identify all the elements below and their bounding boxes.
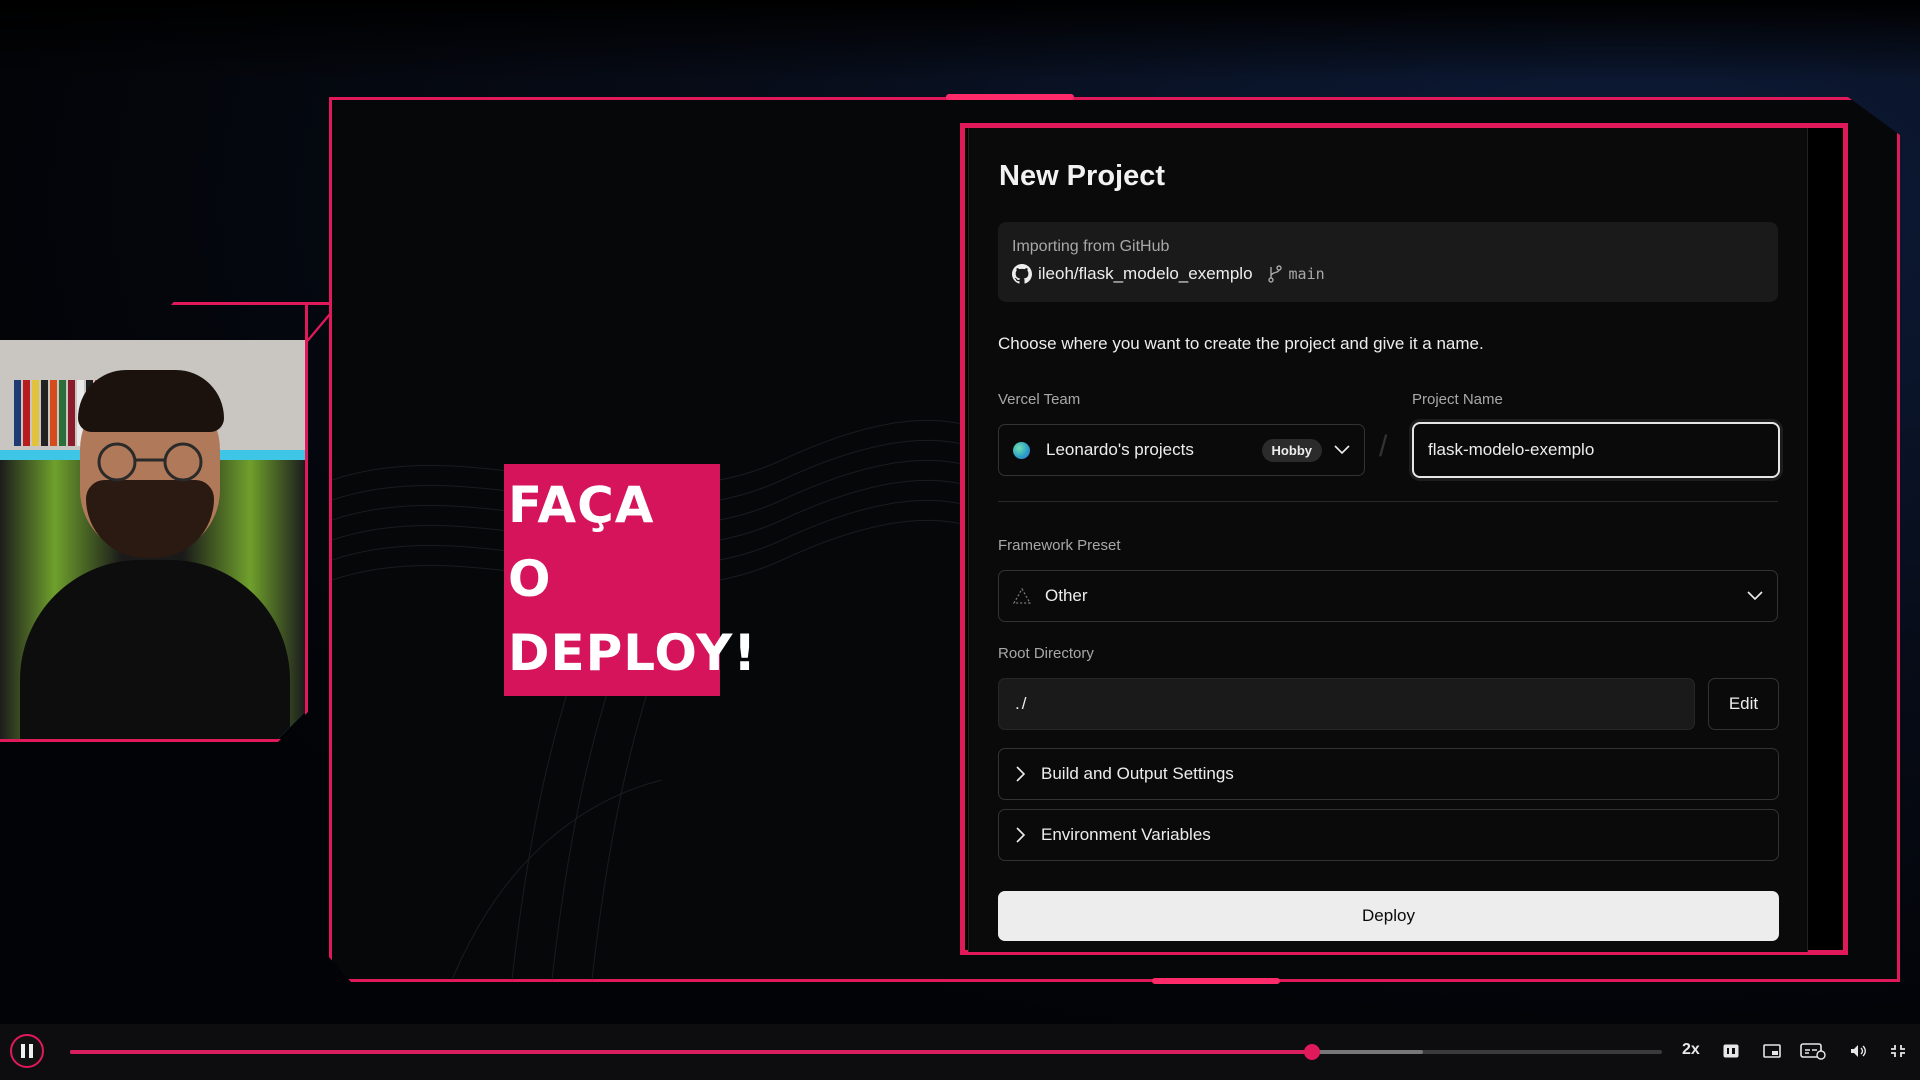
chevron-down-icon (1334, 445, 1350, 455)
chevron-right-icon (1016, 827, 1025, 843)
repo-row: ileoh/flask_modelo_exemplo main (1012, 264, 1325, 284)
build-settings-label: Build and Output Settings (1041, 764, 1234, 783)
section-divider (998, 501, 1778, 502)
root-directory-input[interactable]: ./ (998, 678, 1695, 730)
subtitles-icon[interactable] (1800, 1042, 1826, 1060)
github-icon (1012, 264, 1032, 284)
frame-accent-bottom (1152, 978, 1280, 984)
project-name-label: Project Name (1412, 391, 1503, 408)
played-bar (70, 1050, 1312, 1054)
framework-other-icon (1013, 588, 1031, 604)
git-branch-icon (1267, 265, 1282, 283)
env-vars-label: Environment Variables (1041, 825, 1211, 844)
frame-accent-top (946, 94, 1074, 100)
fullscreen-exit-icon[interactable] (1890, 1044, 1906, 1058)
deploy-button[interactable]: Deploy (998, 891, 1779, 941)
volume-icon[interactable] (1850, 1044, 1868, 1058)
project-name-input[interactable] (1412, 422, 1780, 478)
video-caption: FAÇA O DEPLOY! (504, 464, 758, 696)
chevron-down-icon (1747, 591, 1763, 601)
glasses-shape (97, 442, 203, 482)
video-stage: FAÇA O DEPLOY! New Project Importing fro… (0, 0, 1920, 1024)
import-info-box: Importing from GitHub ileoh/flask_modelo… (998, 222, 1778, 302)
description-text: Choose where you want to create the proj… (998, 334, 1484, 353)
framework-select[interactable]: Other (998, 570, 1778, 622)
root-directory-label: Root Directory (998, 645, 1094, 662)
edit-root-button[interactable]: Edit (1708, 678, 1779, 730)
team-avatar (1013, 441, 1030, 459)
separator-slash: / (1379, 430, 1388, 463)
build-settings-accordion[interactable]: Build and Output Settings (998, 748, 1779, 800)
miniplayer-icon[interactable] (1763, 1044, 1781, 1058)
speed-button[interactable]: 2x (1682, 1041, 1700, 1059)
import-label: Importing from GitHub (1012, 238, 1170, 255)
repo-name[interactable]: ileoh/flask_modelo_exemplo (1038, 264, 1253, 284)
pause-icon (21, 1044, 25, 1058)
framework-value: Other (1045, 586, 1088, 605)
team-select[interactable]: Leonardo's projects Hobby (998, 424, 1365, 476)
branch-name: main (1288, 265, 1325, 283)
env-vars-accordion[interactable]: Environment Variables (998, 809, 1779, 861)
caption-line-1: FAÇA O (508, 476, 655, 608)
hd-icon[interactable] (1723, 1044, 1739, 1058)
new-project-panel: New Project Importing from GitHub ileoh/… (968, 128, 1808, 952)
plan-badge: Hobby (1261, 438, 1322, 462)
chevron-right-icon (1016, 766, 1025, 782)
caption-line-2: DEPLOY! (508, 624, 758, 682)
framework-label: Framework Preset (998, 537, 1121, 554)
webcam-feed (0, 340, 305, 739)
page-title: New Project (999, 160, 1165, 192)
progress-scrubber[interactable] (1303, 1044, 1320, 1060)
branch-tag: main (1267, 265, 1325, 283)
progress-track[interactable] (70, 1044, 1662, 1060)
team-name: Leonardo's projects (1046, 440, 1194, 459)
team-label: Vercel Team (998, 391, 1081, 408)
pause-button[interactable] (10, 1034, 44, 1068)
